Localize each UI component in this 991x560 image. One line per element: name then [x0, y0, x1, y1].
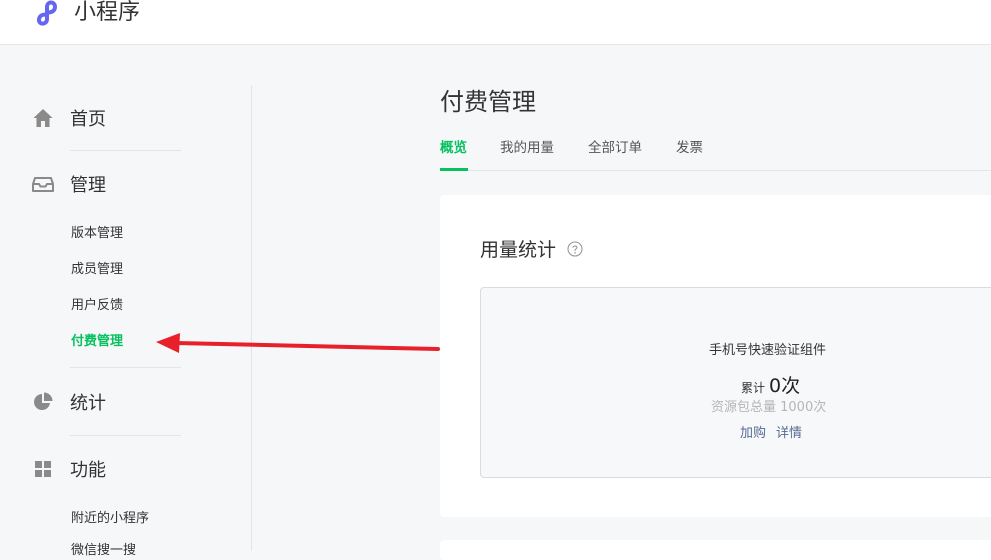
stat-item-name: 手机号快速验证组件: [709, 343, 827, 358]
sidebar-item-label: 管理: [70, 175, 106, 196]
tab-my-usage[interactable]: 我的用量: [500, 139, 554, 157]
stat-count-value: 0次: [769, 375, 801, 397]
help-circle-icon[interactable]: [567, 241, 583, 257]
sidebar-subitem-feedback[interactable]: 用户反馈: [71, 298, 123, 314]
next-card: [440, 540, 991, 560]
brand-name: 小程序: [74, 0, 141, 25]
tab-bar-divider: [440, 170, 991, 171]
sidebar-subitem-nearby[interactable]: 附近的小程序: [71, 511, 149, 527]
usage-stat-box: [480, 287, 991, 478]
sidebar-item-label: 统计: [70, 393, 106, 414]
grid-icon: [32, 458, 54, 480]
stat-count-prefix: 累计: [741, 381, 766, 395]
top-bar: 小程序: [0, 0, 991, 45]
home-icon: [32, 107, 54, 129]
sidebar-subitem-payment[interactable]: 付费管理: [71, 334, 123, 350]
sidebar-item-label: 首页: [70, 109, 106, 130]
sidebar-divider: [251, 85, 252, 551]
inbox-icon: [32, 173, 54, 195]
page-title: 付费管理: [440, 88, 536, 116]
pie-chart-icon: [32, 391, 54, 413]
sidebar-subitem-version[interactable]: 版本管理: [71, 226, 123, 242]
buy-more-link[interactable]: 加购: [740, 426, 766, 442]
tab-invoices[interactable]: 发票: [676, 139, 703, 157]
sidebar-separator: [70, 435, 181, 436]
sidebar-item-stats[interactable]: 统计: [32, 390, 106, 414]
details-link[interactable]: 详情: [776, 426, 802, 442]
sidebar-item-manage[interactable]: 管理: [32, 172, 106, 196]
stat-count: 累计 0次: [741, 371, 801, 397]
mini-program-logo-icon[interactable]: [34, 0, 66, 28]
sidebar-separator: [70, 150, 181, 151]
annotation-arrow-icon: [156, 333, 440, 353]
sidebar-separator: [70, 367, 181, 368]
usage-section-title: 用量统计: [480, 239, 557, 261]
sidebar-subitem-members[interactable]: 成员管理: [71, 262, 123, 278]
active-tab-indicator: [440, 168, 468, 171]
stat-total: 资源包总量 1000次: [711, 400, 827, 415]
sidebar-item-label: 功能: [70, 460, 106, 481]
tab-overview[interactable]: 概览: [440, 139, 467, 157]
sidebar-subitem-search[interactable]: 微信搜一搜: [71, 543, 136, 559]
sidebar-item-home[interactable]: 首页: [32, 106, 106, 130]
sidebar-item-features[interactable]: 功能: [32, 457, 106, 481]
tab-all-orders[interactable]: 全部订单: [588, 139, 642, 157]
